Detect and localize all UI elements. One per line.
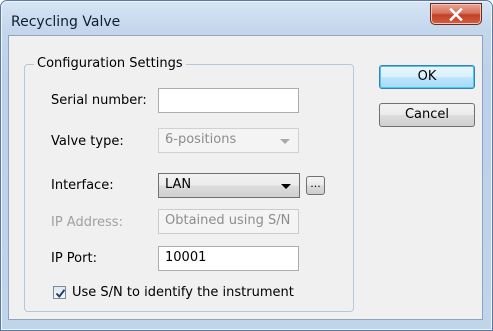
interface-browse-button[interactable]: ...: [306, 176, 325, 195]
ok-button[interactable]: OK: [379, 65, 475, 89]
chevron-down-icon[interactable]: [281, 184, 291, 189]
valve-type-value: 6-positions: [165, 132, 237, 147]
use-sn-checkbox[interactable]: [53, 286, 66, 299]
ip-address-label: IP Address:: [51, 215, 123, 230]
serial-number-input[interactable]: [158, 88, 299, 113]
use-sn-checkbox-label[interactable]: Use S/N to identify the instrument: [72, 285, 294, 300]
interface-select[interactable]: LAN: [158, 173, 300, 198]
ip-port-input[interactable]: 10001: [158, 246, 299, 271]
valve-type-label: Valve type:: [51, 134, 124, 149]
window-title: Recycling Valve: [11, 14, 121, 30]
close-button[interactable]: [430, 3, 482, 25]
title-bar[interactable]: Recycling Valve: [1, 1, 492, 31]
serial-number-label: Serial number:: [51, 93, 147, 108]
ip-address-input: Obtained using S/N: [158, 209, 299, 234]
checkmark-icon: [55, 289, 66, 298]
group-title: Configuration Settings: [34, 56, 186, 71]
interface-label: Interface:: [51, 178, 114, 193]
valve-type-select: 6-positions: [158, 128, 299, 153]
chevron-down-icon: [280, 139, 290, 144]
ip-port-label: IP Port:: [51, 251, 97, 266]
interface-value: LAN: [165, 177, 192, 192]
close-icon: [449, 8, 463, 21]
cancel-button[interactable]: Cancel: [379, 103, 475, 127]
